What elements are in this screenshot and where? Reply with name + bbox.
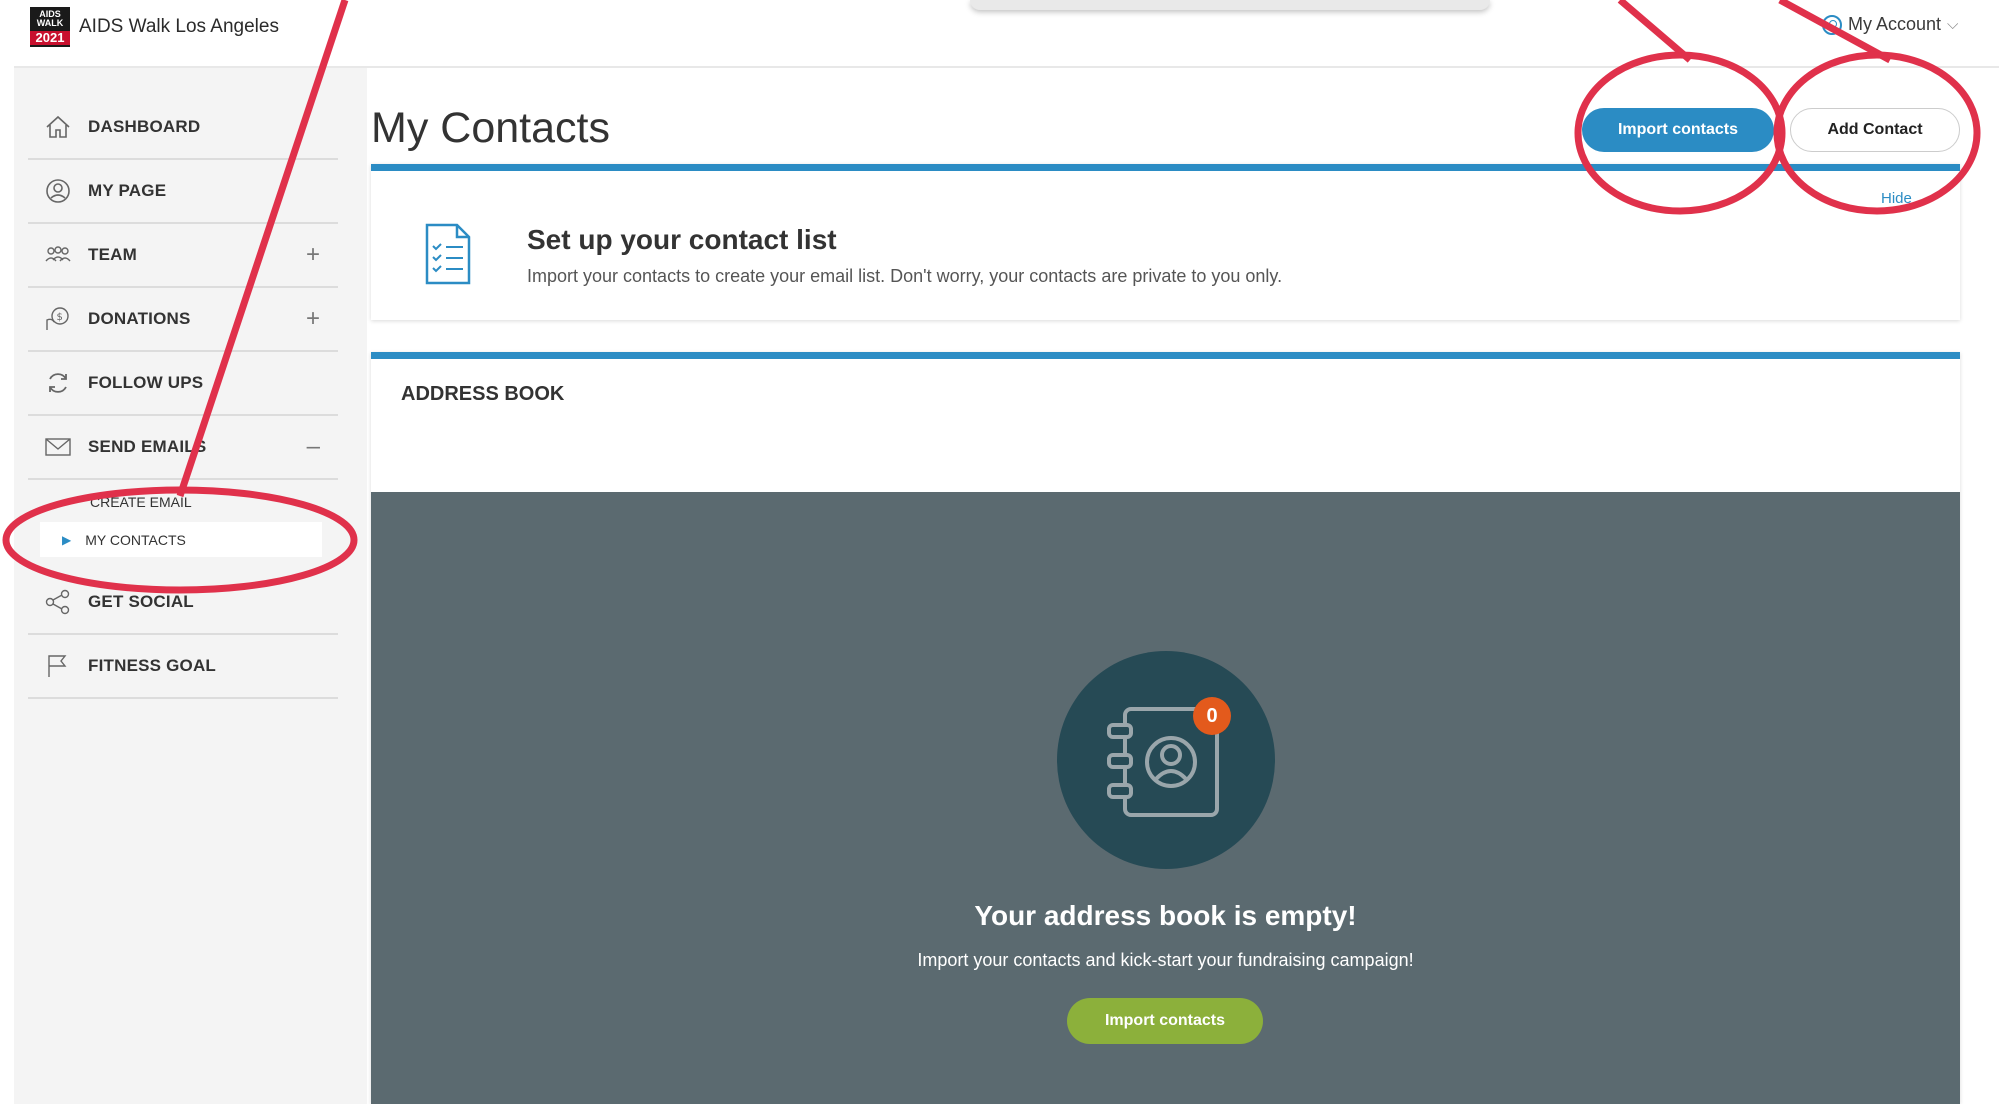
site-name: AIDS Walk Los Angeles — [79, 16, 279, 37]
collapse-minus-icon[interactable]: – — [307, 433, 320, 461]
sidebar-item-team[interactable]: TEAM + — [28, 224, 338, 288]
setup-description: Import your contacts to create your emai… — [527, 266, 1283, 286]
document-checklist-icon — [424, 222, 472, 291]
sidebar-item-label: FOLLOW UPS — [88, 373, 204, 392]
flag-icon — [44, 652, 72, 680]
team-icon — [44, 241, 72, 269]
sidebar-item-label: FITNESS GOAL — [88, 656, 217, 675]
share-icon — [44, 588, 72, 616]
annotation-line-import — [1617, 0, 1693, 63]
sidebar-subitem-create-email[interactable]: CREATE EMAIL — [90, 494, 192, 510]
donation-icon: $ — [44, 305, 72, 333]
sidebar-item-label: DONATIONS — [88, 309, 191, 328]
page-title: My Contacts — [371, 104, 610, 152]
aids-walk-logo[interactable]: AIDS WALK 2021 — [30, 7, 70, 47]
hide-link[interactable]: Hide — [1881, 190, 1912, 207]
sidebar-item-send-emails[interactable]: SEND EMAILS – — [28, 416, 338, 480]
add-contact-button[interactable]: Add Contact — [1790, 108, 1960, 152]
sidebar-subitem-label: MY CONTACTS — [85, 531, 186, 548]
import-contacts-empty-button[interactable]: Import contacts — [1067, 998, 1263, 1044]
sidebar-item-follow-ups[interactable]: FOLLOW UPS — [28, 352, 338, 416]
home-icon — [44, 113, 72, 141]
sidebar-item-donations[interactable]: $ DONATIONS + — [28, 288, 338, 352]
refresh-icon — [44, 369, 72, 397]
setup-title: Set up your contact list — [527, 224, 837, 255]
sidebar-item-label: MY PAGE — [88, 181, 167, 200]
sidebar-item-fitness-goal[interactable]: FITNESS GOAL — [28, 635, 338, 699]
sidebar-item-my-page[interactable]: MY PAGE — [28, 160, 338, 224]
svg-text:$: $ — [57, 312, 63, 323]
my-account-menu[interactable]: My Account ⌵ — [1822, 14, 1958, 35]
sidebar-item-dashboard[interactable]: DASHBOARD — [28, 96, 338, 160]
account-user-icon — [1822, 14, 1842, 35]
logo-text-mid: WALK — [36, 18, 64, 28]
sidebar-item-label: GET SOCIAL — [88, 592, 194, 611]
top-popup-edge — [970, 0, 1490, 10]
address-book-title: ADDRESS BOOK — [401, 383, 565, 405]
sidebar-item-label: SEND EMAILS — [88, 437, 207, 456]
address-book-icon — [1057, 651, 1275, 869]
import-contacts-button[interactable]: Import contacts — [1582, 108, 1774, 152]
expand-plus-icon[interactable]: + — [306, 241, 320, 269]
empty-state-description: Import your contacts and kick-start your… — [917, 950, 1414, 970]
logo-year: 2021 — [30, 31, 70, 45]
chevron-down-icon: ⌵ — [1947, 16, 1959, 33]
sidebar-item-label: DASHBOARD — [88, 117, 201, 136]
active-indicator-icon: ▶ — [62, 532, 72, 547]
sidebar-item-label: TEAM — [88, 245, 137, 264]
user-circle-icon — [44, 177, 72, 205]
sidebar-item-get-social[interactable]: GET SOCIAL — [28, 571, 338, 635]
sidebar-subitem-my-contacts[interactable]: ▶ MY CONTACTS — [40, 522, 322, 557]
envelope-icon — [44, 433, 72, 461]
empty-state-title: Your address book is empty! — [974, 900, 1357, 931]
expand-plus-icon[interactable]: + — [306, 305, 320, 333]
account-label: My Account — [1848, 14, 1942, 34]
contact-count-badge: 0 — [1193, 697, 1231, 735]
